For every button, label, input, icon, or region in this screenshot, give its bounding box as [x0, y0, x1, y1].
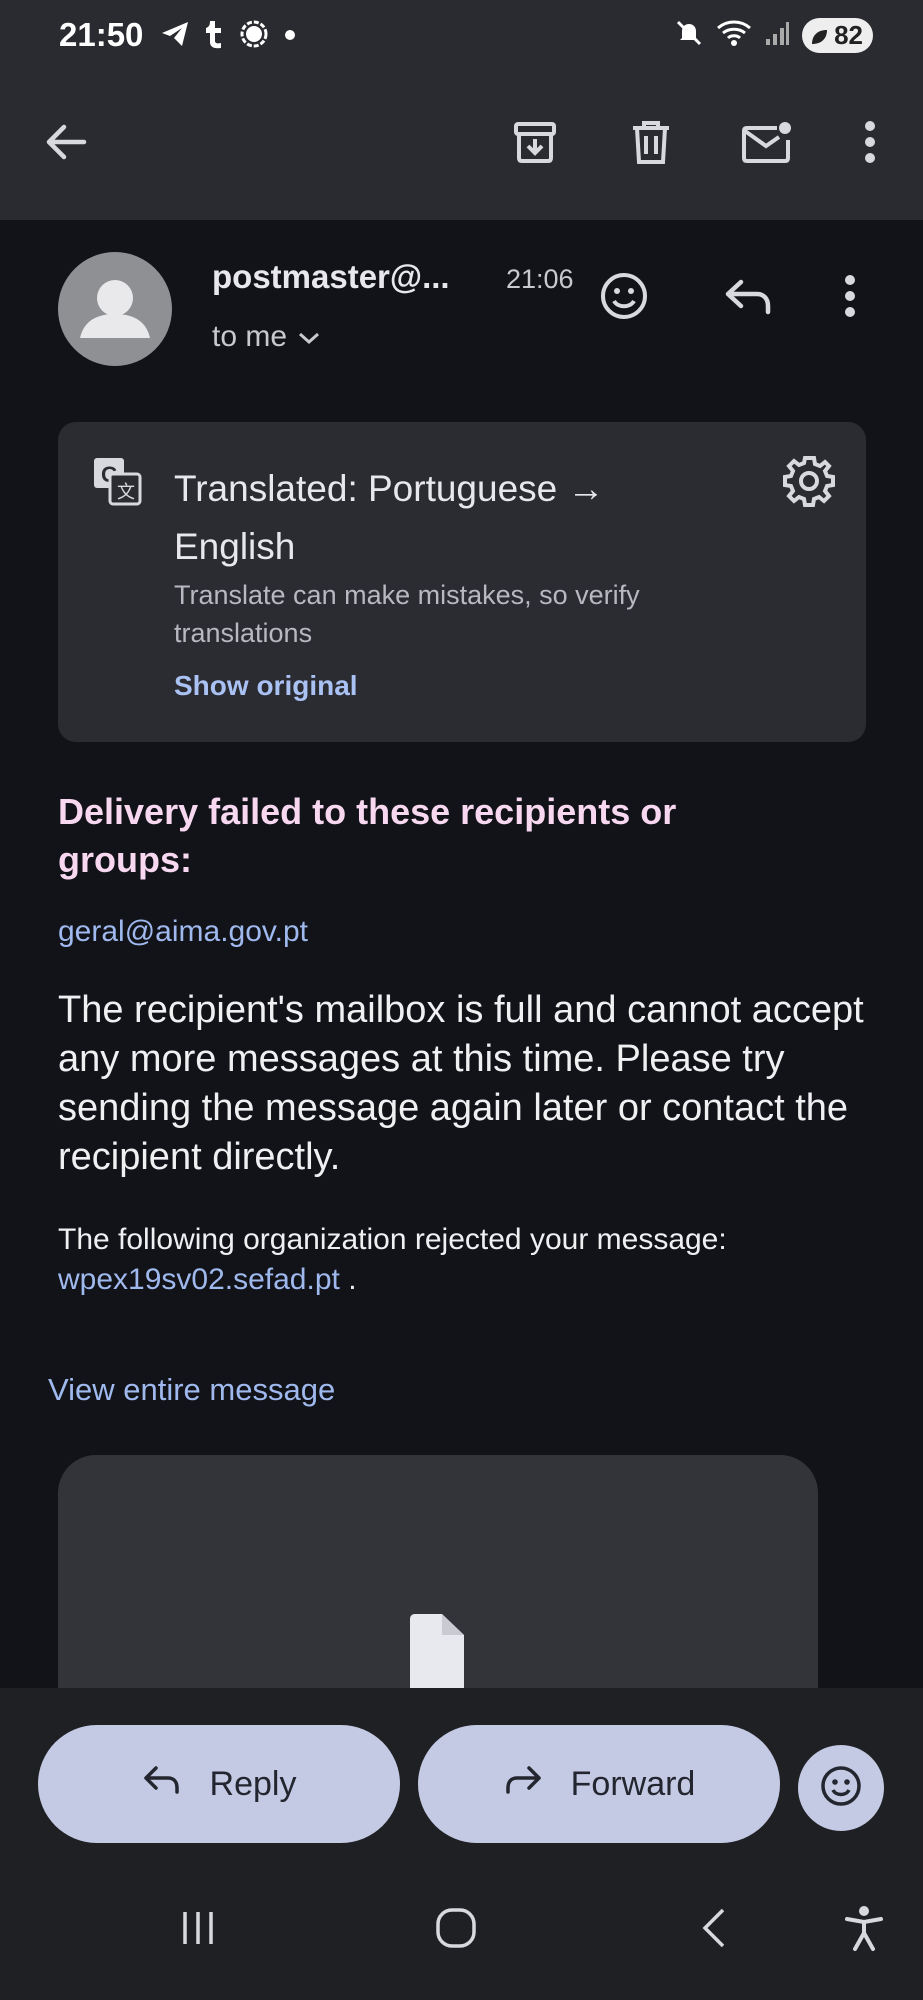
organization-suffix: .	[339, 1263, 357, 1296]
mute-icon	[674, 18, 704, 53]
chevron-down-icon	[297, 320, 321, 354]
translation-disclaimer: Translate can make mistakes, so verify t…	[174, 580, 640, 648]
reply-icon	[723, 276, 773, 321]
wifi-icon	[716, 18, 752, 53]
home-button[interactable]	[424, 1898, 488, 1962]
organization-link[interactable]: wpex19sv02.sefad.pt	[58, 1263, 340, 1296]
bottom-action-bar: Reply Forward	[0, 1688, 923, 2000]
home-icon	[434, 1906, 478, 1955]
recipient-details[interactable]: to me	[212, 320, 321, 354]
translation-card: G 文 Translated: Portuguese → English Tra…	[58, 422, 866, 742]
telegram-icon	[160, 20, 190, 53]
message-body: The recipient's mailbox is full and cann…	[58, 989, 864, 1178]
emoji-reaction-button[interactable]	[798, 1745, 884, 1831]
translate-icon: G 文	[92, 456, 144, 513]
gear-icon[interactable]	[782, 454, 836, 513]
more-vert-icon	[864, 120, 876, 169]
failed-recipient-email[interactable]: geral@aima.gov.pt	[58, 915, 308, 949]
recipient-label: to me	[212, 320, 288, 353]
tumblr-icon	[204, 19, 224, 54]
organization-text: The following organization rejected your…	[58, 1223, 727, 1256]
recent-apps-button[interactable]	[166, 1898, 230, 1962]
delete-icon	[629, 118, 673, 171]
signal-icon	[238, 18, 270, 55]
organization-rejection: The following organization rejected your…	[58, 1220, 878, 1300]
forward-button[interactable]: Forward	[418, 1725, 780, 1843]
reply-icon-button[interactable]	[720, 270, 776, 326]
signal-bars-icon	[764, 19, 790, 52]
battery-level: 82	[834, 20, 863, 50]
battery-leaf-icon	[809, 23, 829, 54]
delivery-failed-heading: Delivery failed to these recipients or g…	[58, 791, 677, 880]
forward-icon	[503, 1764, 543, 1805]
accessibility-button[interactable]	[832, 1898, 896, 1962]
reply-label: Reply	[209, 1764, 297, 1803]
mark-unread-button[interactable]	[735, 112, 799, 176]
received-time: 21:06	[506, 264, 574, 294]
status-bar: 21:50 82	[0, 0, 923, 72]
sender-name[interactable]: postmaster@...	[212, 258, 450, 296]
back-chevron-icon	[699, 1906, 729, 1955]
show-original-link[interactable]: Show original	[174, 670, 358, 702]
accessibility-icon	[844, 1905, 884, 1956]
back-button[interactable]	[34, 112, 98, 176]
back-nav-button[interactable]	[682, 1898, 746, 1962]
svg-text:文: 文	[117, 482, 135, 502]
back-arrow-icon	[44, 122, 88, 167]
archive-icon	[511, 118, 559, 171]
emoji-icon	[819, 1764, 863, 1813]
translation-title: Translated: Portuguese → English	[174, 468, 605, 567]
recent-apps-icon	[178, 1908, 218, 1953]
more-options-button[interactable]	[838, 112, 902, 176]
email-toolbar	[0, 72, 923, 220]
file-icon	[406, 1613, 466, 1688]
status-right-icons: 82	[674, 18, 873, 53]
mark-unread-icon	[741, 120, 793, 169]
reply-icon	[142, 1764, 182, 1805]
attachment-card[interactable]	[58, 1455, 818, 1688]
forward-label: Forward	[570, 1764, 696, 1803]
avatar[interactable]	[58, 252, 172, 366]
dot-icon	[284, 28, 296, 46]
delete-button[interactable]	[619, 112, 683, 176]
emoji-icon	[599, 271, 649, 326]
battery-indicator: 82	[802, 18, 873, 53]
person-icon	[80, 280, 150, 338]
status-time: 21:50	[59, 16, 144, 53]
reply-button[interactable]: Reply	[38, 1725, 400, 1843]
email-content: postmaster@... 21:06 to me G 文 Tr	[20, 220, 923, 1688]
more-vert-icon	[844, 274, 856, 323]
message-more-button[interactable]	[822, 270, 878, 326]
archive-button[interactable]	[503, 112, 567, 176]
status-left-icons	[160, 18, 296, 55]
view-entire-message-link[interactable]: View entire message	[48, 1372, 335, 1408]
react-emoji-button[interactable]	[596, 270, 652, 326]
